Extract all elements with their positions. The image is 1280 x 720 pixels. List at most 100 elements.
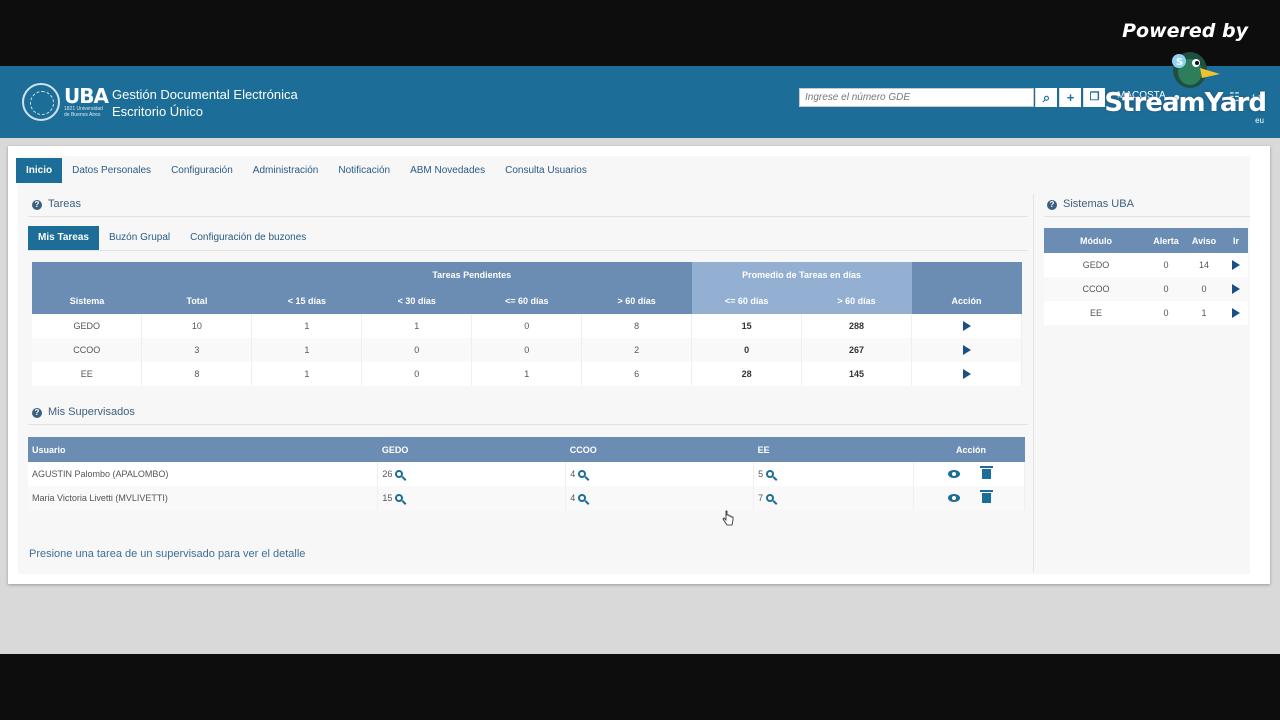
cell-ee[interactable]: 5 (753, 462, 914, 486)
tab-buzon-grupal[interactable]: Buzón Grupal (99, 226, 180, 250)
sistemas-title: ? Sistemas UBA (1047, 198, 1134, 210)
search-icon[interactable]: ⌕ (1035, 88, 1057, 107)
cell: 1 (251, 314, 363, 338)
search-icon[interactable] (395, 494, 404, 502)
col-header: Acción (911, 288, 1022, 314)
cell: 1 (471, 362, 583, 386)
tareas-tabs: Mis Tareas Buzón Grupal Configuración de… (28, 226, 316, 250)
svg-text:S: S (1176, 57, 1183, 68)
play-icon[interactable] (962, 345, 971, 356)
cell-ee[interactable]: 7 (753, 486, 914, 510)
search-icon[interactable] (395, 470, 404, 478)
col-header: Aviso (1184, 228, 1224, 253)
cell-modulo: GEDO (1044, 253, 1148, 277)
duck-icon: S (1172, 52, 1220, 88)
search-icon[interactable] (578, 470, 587, 478)
cell-usuario: AGUSTIN Palombo (APALOMBO) (28, 462, 379, 486)
count: 15 (382, 493, 393, 503)
cell-ccoo[interactable]: 4 (565, 462, 755, 486)
cell-aviso: 0 (1184, 277, 1224, 301)
help-icon[interactable]: ? (1047, 200, 1057, 210)
cell: 0 (361, 338, 473, 362)
cell: 2 (581, 338, 693, 362)
divider (1044, 216, 1250, 217)
search-icon[interactable] (766, 494, 775, 502)
col-header: Usuario (28, 437, 378, 462)
table-row[interactable]: EE 8 1 0 1 6 28 145 (32, 362, 1022, 386)
cell-alerta: 0 (1148, 277, 1184, 301)
gde-search-input[interactable] (799, 88, 1034, 107)
cell-modulo: CCOO (1044, 277, 1148, 301)
tareas-title-text: Tareas (48, 198, 82, 210)
divider (28, 250, 1028, 251)
col-header: Acción (913, 437, 1025, 462)
group-header-promedio: Promedio de Tareas en días (691, 262, 912, 288)
play-icon[interactable] (1232, 284, 1240, 295)
play-icon[interactable] (1232, 260, 1240, 271)
cell-gedo[interactable]: 26 (377, 462, 567, 486)
play-icon[interactable] (962, 321, 971, 332)
cell-accion (913, 462, 1025, 486)
table-row[interactable]: CCOO 0 0 (1044, 277, 1248, 301)
help-icon[interactable]: ? (32, 408, 42, 418)
table-row[interactable]: GEDO 10 1 1 0 8 15 288 (32, 314, 1022, 338)
divider (28, 424, 1028, 425)
cell-ir (1224, 253, 1248, 277)
col-header: Ir (1224, 228, 1248, 253)
nav-inicio[interactable]: Inicio (16, 158, 63, 183)
eye-icon[interactable] (947, 494, 960, 503)
play-icon[interactable] (962, 369, 971, 380)
cell: 15 (691, 314, 803, 338)
play-icon[interactable] (1232, 308, 1240, 319)
copy-icon[interactable]: ❐ (1083, 88, 1105, 107)
col-header: Alerta (1148, 228, 1184, 253)
plus-icon[interactable]: + (1059, 88, 1081, 107)
cell: 0 (361, 362, 473, 386)
help-icon[interactable]: ? (32, 200, 42, 210)
uba-seal-icon (22, 83, 60, 121)
count: 4 (570, 469, 576, 479)
cell-accion (911, 362, 1022, 386)
cell: 3 (141, 338, 253, 362)
col-header: CCOO (565, 437, 754, 462)
cell: 6 (581, 362, 693, 386)
app-title: Gestión Documental Electrónica Escritori… (112, 86, 298, 120)
eye-icon[interactable] (947, 470, 960, 479)
search-icon[interactable] (766, 470, 775, 478)
nav-consulta-usuarios[interactable]: Consulta Usuarios (495, 158, 597, 183)
nav-administracion[interactable]: Administración (243, 158, 329, 183)
column-divider (1033, 194, 1034, 572)
nav-datos-personales[interactable]: Datos Personales (62, 158, 161, 183)
supervisados-hint: Presione una tarea de un supervisado par… (29, 548, 306, 560)
table-row[interactable]: Maria Victoria Livetti (MVLIVETTI) 15 4 … (28, 486, 1025, 510)
sistemas-title-text: Sistemas UBA (1063, 198, 1134, 210)
cell-ccoo[interactable]: 4 (565, 486, 755, 510)
search-icon[interactable] (578, 494, 587, 502)
nav-abm-novedades[interactable]: ABM Novedades (400, 158, 495, 183)
table-header-empty (32, 262, 142, 288)
col-header: Total (141, 288, 252, 314)
logo-subtext: 1821 Universidad de Buenos Aires (64, 106, 103, 118)
app-window: UBA 1821 Universidad de Buenos Aires Ges… (0, 66, 1280, 654)
cell-gedo[interactable]: 15 (377, 486, 567, 510)
nav-configuracion[interactable]: Configuración (161, 158, 243, 183)
cell-aviso: 14 (1184, 253, 1224, 277)
cell: 1 (251, 362, 363, 386)
table-row[interactable]: EE 0 1 (1044, 301, 1248, 325)
cell-aviso: 1 (1184, 301, 1224, 325)
cell: 0 (691, 338, 803, 362)
screen: Powered by UBA 1821 Universidad de Bueno… (0, 0, 1280, 720)
nav-notificacion[interactable]: Notificación (328, 158, 400, 183)
cell-alerta: 0 (1148, 253, 1184, 277)
table-row[interactable]: GEDO 0 14 (1044, 253, 1248, 277)
cell: 10 (141, 314, 253, 338)
tab-configuracion-buzones[interactable]: Configuración de buzones (180, 226, 316, 250)
count: 5 (758, 469, 764, 479)
cell: 145 (801, 362, 912, 386)
table-row[interactable]: CCOO 3 1 0 0 2 0 267 (32, 338, 1022, 362)
trash-icon[interactable] (979, 466, 993, 480)
table-row[interactable]: AGUSTIN Palombo (APALOMBO) 26 4 5 (28, 462, 1025, 486)
trash-icon[interactable] (979, 490, 993, 504)
cell: 8 (141, 362, 253, 386)
tab-mis-tareas[interactable]: Mis Tareas (28, 226, 99, 250)
